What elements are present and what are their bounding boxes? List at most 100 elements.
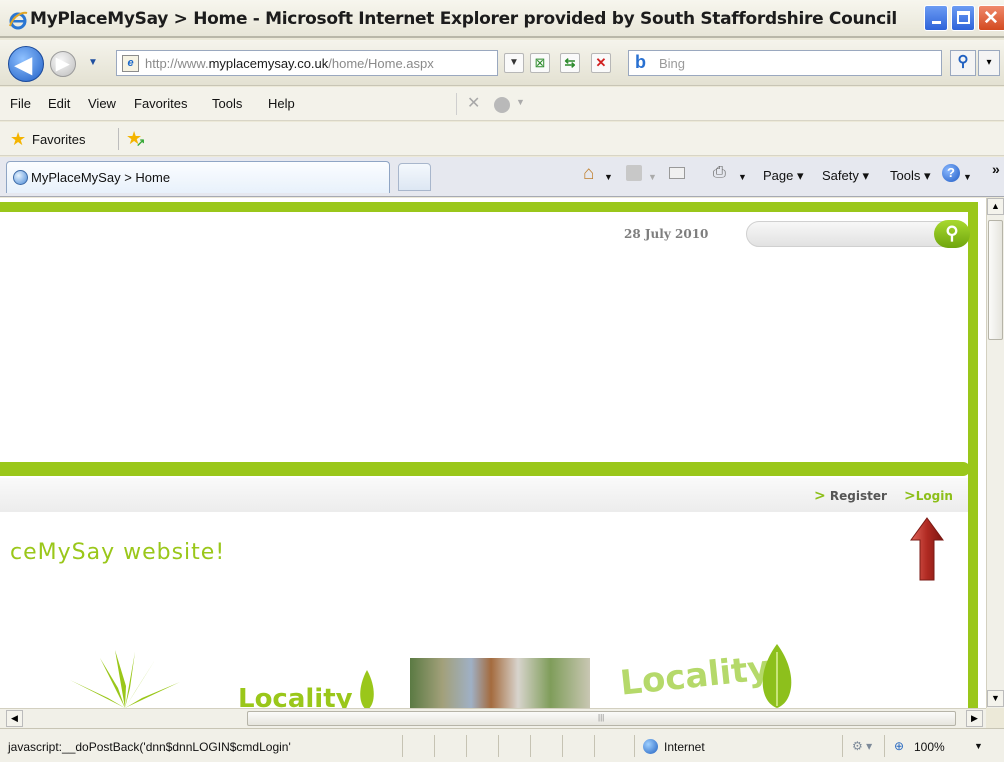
feeds-dropdown-icon[interactable]: ▼ xyxy=(648,172,657,182)
refresh-button[interactable]: ⇆ xyxy=(560,53,580,73)
menu-view[interactable]: View xyxy=(88,96,116,111)
menu-bar: File Edit View Favorites Tools Help ✕ ▼ xyxy=(0,87,1004,121)
favorites-bar: ★ Favorites ★ ↗ xyxy=(0,122,1004,156)
favorites-separator xyxy=(118,128,119,150)
sunburst-logo-icon xyxy=(70,650,180,708)
status-separator xyxy=(498,735,499,757)
compatibility-view-button[interactable]: ⊠ xyxy=(530,53,550,73)
menu-tools[interactable]: Tools xyxy=(212,96,242,111)
header-border xyxy=(0,202,978,212)
internet-zone-icon xyxy=(643,739,658,754)
maximize-icon xyxy=(957,11,970,24)
annotation-arrow-icon xyxy=(910,517,944,581)
site-search-button[interactable]: ⚲ xyxy=(934,220,970,248)
horizontal-scrollbar[interactable]: ◀ ||| ▶ xyxy=(0,708,986,728)
favorites-button[interactable]: Favorites xyxy=(32,132,85,147)
protected-mode-icon[interactable]: ⚙ ▾ xyxy=(852,739,872,753)
bing-icon: b xyxy=(635,52,646,72)
zoom-level[interactable]: 100% xyxy=(914,740,945,754)
login-arrow-icon: > xyxy=(904,488,916,504)
nav-border xyxy=(0,462,970,476)
menu-help[interactable]: Help xyxy=(268,96,295,111)
url-path: /home/Home.aspx xyxy=(328,56,434,71)
feeds-icon[interactable] xyxy=(626,165,642,181)
url-text: http://www.myplacemysay.co.uk/home/Home.… xyxy=(145,56,434,71)
leaf-icon xyxy=(360,670,374,708)
scroll-right-button[interactable]: ▶ xyxy=(966,710,983,727)
address-input[interactable]: e http://www.myplacemysay.co.uk/home/Hom… xyxy=(116,50,498,76)
status-separator xyxy=(530,735,531,757)
tab-row: MyPlaceMySay > Home ⌂ ▼ ▼ ⎙ ▼ Page ▾ Saf… xyxy=(0,157,1004,197)
page-content: 28 July 2010 ⚲ > Register >Login ceMySay… xyxy=(0,198,986,708)
search-options-button[interactable]: ▾ xyxy=(978,50,1000,76)
menu-favorites[interactable]: Favorites xyxy=(134,96,187,111)
search-input[interactable]: b Bing xyxy=(628,50,942,76)
tab-home[interactable]: MyPlaceMySay > Home xyxy=(6,161,390,193)
page-icon: e xyxy=(122,55,139,72)
vertical-scrollbar[interactable]: ▲ ▼ xyxy=(986,198,1004,708)
print-icon[interactable]: ⎙ xyxy=(713,164,726,182)
locality-logo-small: Locality xyxy=(238,684,353,708)
register-link[interactable]: > Register xyxy=(814,488,887,504)
security-zone[interactable]: Internet xyxy=(664,740,705,754)
address-row: ◀ ▶ ▼ e http://www.myplacemysay.co.uk/ho… xyxy=(0,40,1004,86)
register-label: Register xyxy=(829,489,887,503)
help-icon[interactable]: ? xyxy=(942,164,960,182)
menu-file[interactable]: File xyxy=(10,96,31,111)
photo-banner xyxy=(410,658,590,708)
print-dropdown-icon[interactable]: ▼ xyxy=(738,172,747,182)
stop-button[interactable]: ✕ xyxy=(591,53,611,73)
addon-dropdown-icon[interactable]: ▼ xyxy=(516,97,525,107)
login-link[interactable]: >Login xyxy=(904,488,953,504)
forward-arrow-icon: ▶ xyxy=(56,54,70,73)
title-bar: MyPlaceMySay > Home - Microsoft Internet… xyxy=(0,0,1004,38)
recent-pages-dropdown[interactable]: ▼ xyxy=(88,57,98,68)
vertical-scroll-thumb[interactable] xyxy=(988,220,1003,340)
tab-label: MyPlaceMySay > Home xyxy=(31,170,171,185)
safety-menu[interactable]: Safety ▾ xyxy=(822,168,869,184)
back-button[interactable]: ◀ xyxy=(8,46,44,82)
welcome-heading: ceMySay website! xyxy=(10,540,226,565)
tools-menu[interactable]: Tools ▾ xyxy=(890,168,931,184)
close-button[interactable]: ✕ xyxy=(978,5,1004,31)
menu-edit[interactable]: Edit xyxy=(48,96,70,111)
status-separator xyxy=(466,735,467,757)
search-icon: ⚲ xyxy=(957,53,969,70)
favorites-star-icon[interactable]: ★ xyxy=(10,129,26,150)
more-commands-icon[interactable]: » xyxy=(992,161,1000,177)
search-placeholder: Bing xyxy=(659,56,686,71)
search-button[interactable]: ⚲ xyxy=(950,50,976,76)
close-icon: ✕ xyxy=(983,8,999,29)
right-border xyxy=(968,202,978,708)
minimize-icon xyxy=(932,21,941,24)
tab-page-icon xyxy=(13,170,28,185)
status-bar: javascript:__doPostBack('dnn$dnnLOGIN$cm… xyxy=(0,728,1004,762)
page-menu[interactable]: Page ▾ xyxy=(763,168,804,184)
status-separator xyxy=(562,735,563,757)
maximize-button[interactable] xyxy=(951,5,975,31)
minimize-button[interactable] xyxy=(924,5,948,31)
zoom-dropdown-icon[interactable]: ▼ xyxy=(974,741,983,751)
back-arrow-icon: ◀ xyxy=(15,52,32,77)
leaf-large-icon xyxy=(762,644,792,708)
new-tab-button[interactable] xyxy=(398,163,431,191)
close-toolbar-icon[interactable]: ✕ xyxy=(467,93,480,113)
url-prefix: http://www. xyxy=(145,56,209,71)
status-separator xyxy=(402,735,403,757)
toolbar-addon-icon[interactable] xyxy=(494,97,510,113)
help-dropdown-icon[interactable]: ▼ xyxy=(963,172,972,182)
status-separator xyxy=(842,735,843,757)
forward-button[interactable]: ▶ xyxy=(50,51,76,77)
address-dropdown-button[interactable]: ▼ xyxy=(504,53,524,73)
home-icon[interactable]: ⌂ xyxy=(583,163,594,185)
read-mail-icon[interactable] xyxy=(669,167,685,179)
scroll-up-button[interactable]: ▲ xyxy=(987,198,1004,215)
login-label: Login xyxy=(915,489,953,503)
status-separator xyxy=(594,735,595,757)
browser-window: MyPlaceMySay > Home - Microsoft Internet… xyxy=(0,0,1004,762)
scroll-down-button[interactable]: ▼ xyxy=(987,690,1004,707)
zoom-icon[interactable]: ⊕ xyxy=(894,739,904,753)
home-dropdown-icon[interactable]: ▼ xyxy=(604,172,613,182)
register-arrow-icon: > xyxy=(814,488,826,504)
scroll-left-button[interactable]: ◀ xyxy=(6,710,23,727)
